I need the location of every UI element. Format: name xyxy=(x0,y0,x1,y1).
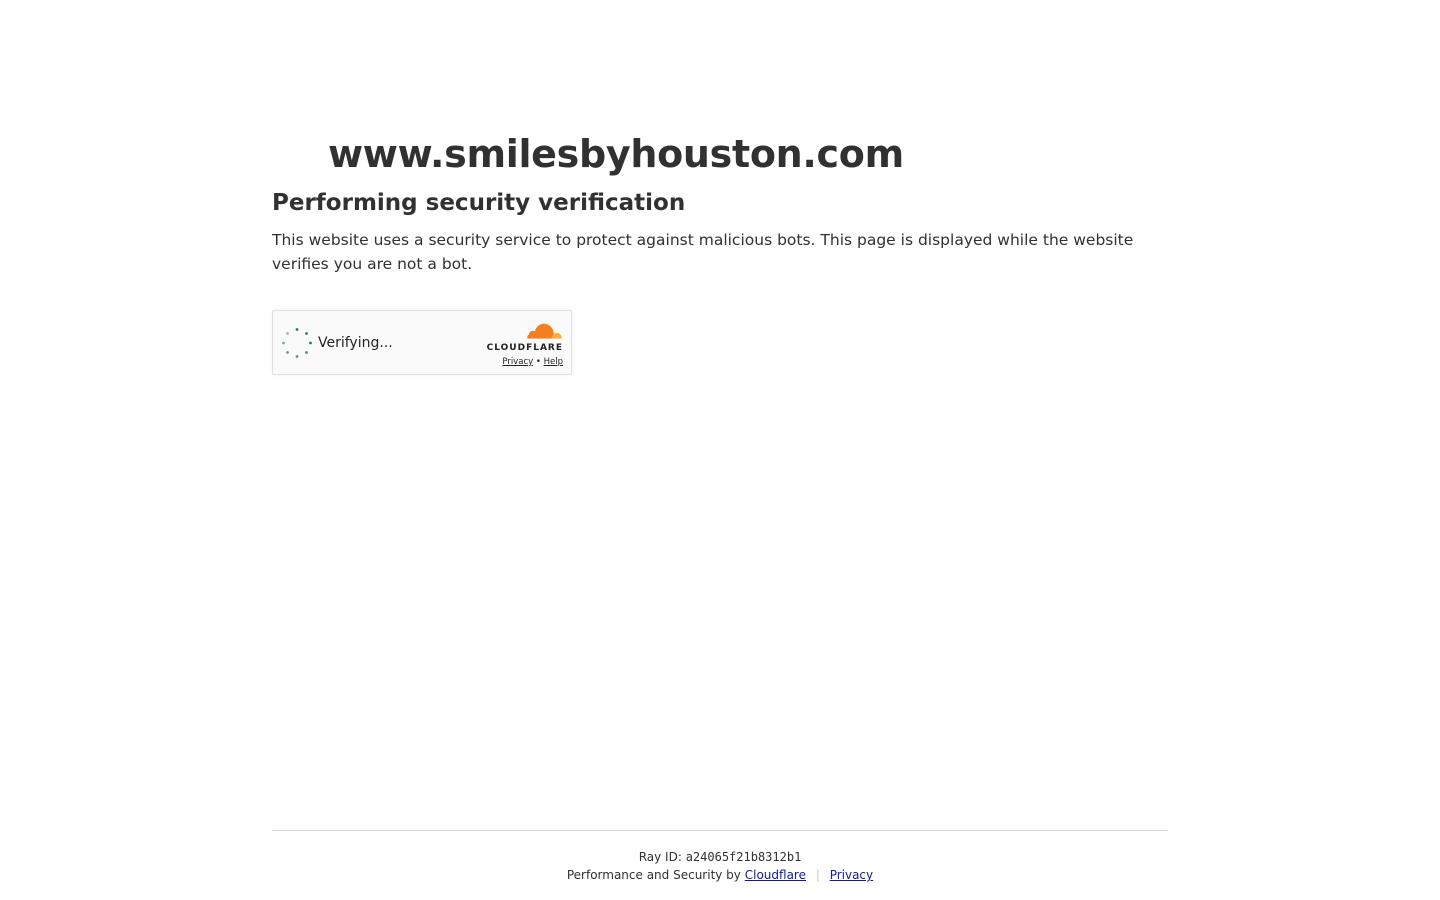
ray-id-line: Ray ID: a24065f21b8312b1 xyxy=(272,848,1168,866)
ray-id-value: a24065f21b8312b1 xyxy=(685,850,802,864)
widget-links: Privacy • Help xyxy=(502,357,563,368)
verification-description: This website uses a security service to … xyxy=(272,231,1134,273)
cloudflare-cloud-icon xyxy=(527,323,562,341)
loading-spinner-icon xyxy=(282,328,312,358)
cloudflare-link[interactable]: Cloudflare xyxy=(745,868,806,882)
widget-help-link[interactable]: Help xyxy=(544,357,563,367)
turnstile-widget[interactable]: Verifying... CLOUDFLARE Privacy • Help xyxy=(272,310,572,375)
ray-id-label: Ray ID: xyxy=(638,850,682,864)
footer: Ray ID: a24065f21b8312b1 Performance and… xyxy=(272,830,1168,884)
cloudflare-branding: CLOUDFLARE Privacy • Help xyxy=(473,322,563,368)
cloudflare-wordmark: CLOUDFLARE xyxy=(486,343,563,353)
site-domain-title: www.smilesbyhouston.com xyxy=(328,132,904,176)
main-content: www.smilesbyhouston.com Performing secur… xyxy=(272,128,1168,375)
page: www.smilesbyhouston.com Performing secur… xyxy=(0,0,1440,900)
footer-privacy-link[interactable]: Privacy xyxy=(830,868,873,882)
widget-privacy-link[interactable]: Privacy xyxy=(502,357,533,367)
widget-link-separator: • xyxy=(535,357,541,367)
performance-line: Performance and Security by Cloudflare |… xyxy=(272,866,1168,884)
performance-prefix: Performance and Security by xyxy=(566,868,741,882)
verifying-status-text: Verifying... xyxy=(318,335,393,351)
footer-divider: | xyxy=(815,868,820,882)
verification-heading: Performing security verification xyxy=(272,190,686,216)
